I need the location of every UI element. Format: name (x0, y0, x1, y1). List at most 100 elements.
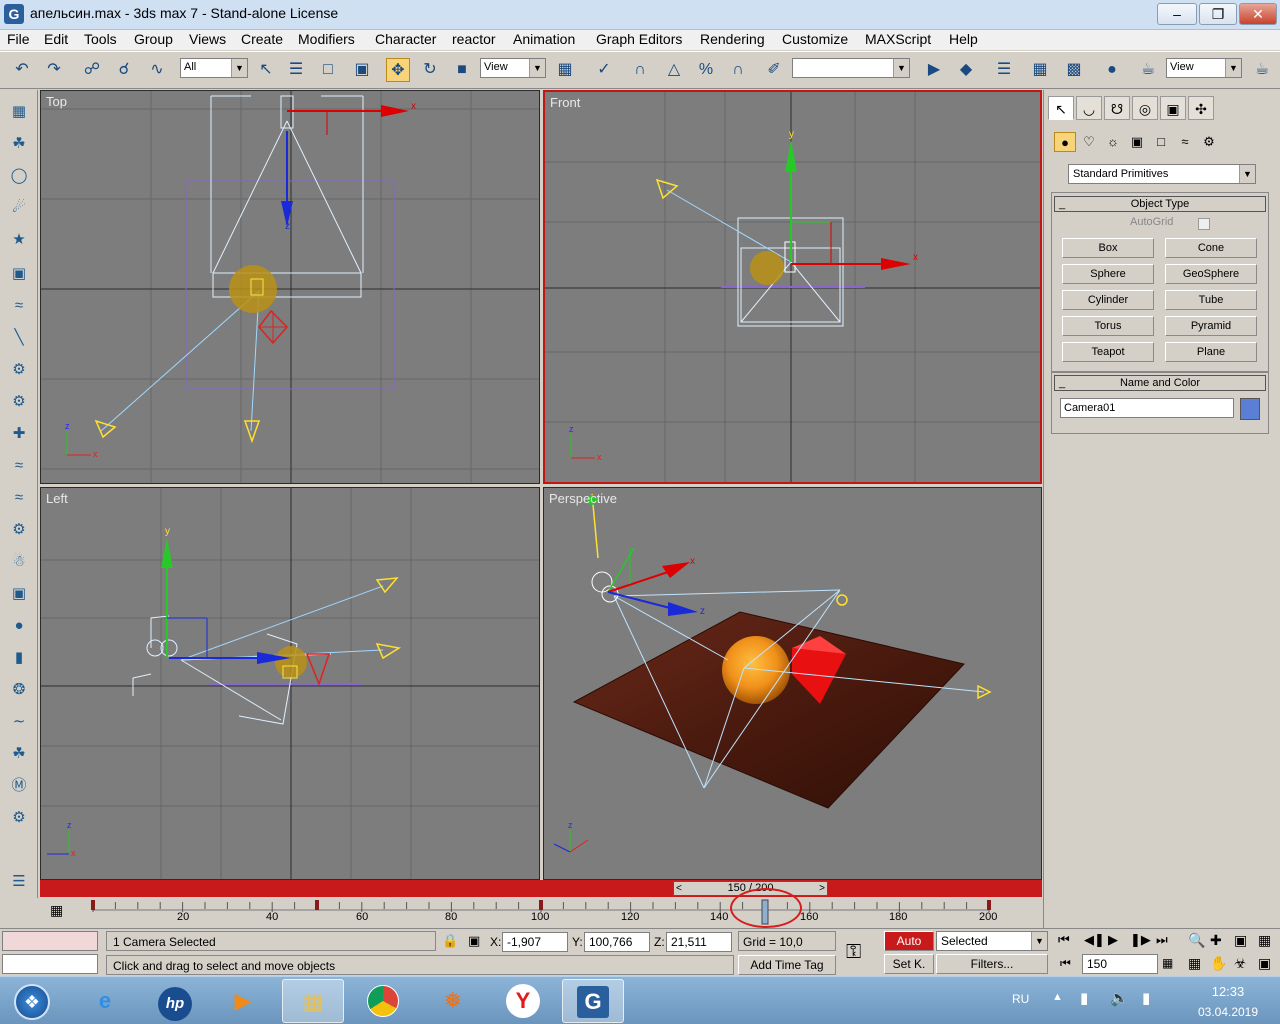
redo-icon[interactable]: ↷ (42, 58, 66, 82)
go-to-end-icon[interactable]: ⏭ (1156, 932, 1168, 948)
absolute-mode-icon[interactable]: ▣ (468, 933, 480, 949)
fracture-icon[interactable]: ≈ (7, 454, 31, 478)
key-filters-button[interactable]: Filters... (936, 954, 1048, 974)
media-player-icon[interactable]: ▶ (212, 979, 274, 1023)
motor-icon[interactable]: ⚙ (7, 358, 31, 382)
water-icon[interactable]: ≈ (7, 486, 31, 510)
rigid-body-collection-icon[interactable]: ▦ (7, 100, 31, 124)
menu-character[interactable]: Character (375, 31, 436, 47)
analyze-world-icon[interactable]: Ⓜ (7, 774, 31, 798)
ragdoll-icon[interactable]: ☃ (7, 550, 31, 574)
spinner-snap-icon[interactable]: ∩ (726, 58, 750, 82)
teapot-button[interactable]: Teapot (1062, 342, 1154, 362)
pyramid-button[interactable]: Pyramid (1165, 316, 1257, 336)
pivot-center-icon[interactable]: ▦ (553, 58, 577, 82)
key-filter-dropdown[interactable]: Selected ▼ (936, 931, 1048, 951)
curve-editor-icon[interactable]: ▦ (1028, 58, 1052, 82)
render-scene-icon[interactable]: ☕ (1136, 58, 1160, 82)
next-frame-icon[interactable]: ❚▶ (1130, 932, 1151, 948)
viewport-label-perspective[interactable]: Perspective (549, 491, 617, 506)
3ds-max-icon[interactable]: G (4, 4, 24, 24)
material-editor-icon[interactable]: ● (1100, 58, 1124, 82)
rope-collection-icon[interactable]: ☄ (7, 196, 31, 220)
3ds-max-taskbar-icon[interactable]: G (562, 979, 624, 1023)
hierarchy-tab-icon[interactable]: ☋ (1104, 96, 1130, 120)
hinge-icon[interactable]: ▣ (7, 582, 31, 606)
car-wheel-icon[interactable]: ❂ (7, 678, 31, 702)
zoom-extents-icon[interactable]: ▣ (1234, 932, 1247, 949)
named-selection-sets-dropdown[interactable]: ▼ (792, 58, 910, 78)
lights-icon[interactable]: ☼ (1102, 132, 1124, 152)
hp-icon[interactable]: hp (144, 979, 206, 1023)
x-coordinate-input[interactable]: -1,907 (502, 932, 568, 952)
render-view-dropdown[interactable]: View ▼ (1166, 58, 1242, 78)
z-coordinate-input[interactable]: 21,511 (666, 932, 732, 952)
space-warps-icon[interactable]: ≈ (1174, 132, 1196, 152)
maxscript-listener-bottom[interactable] (2, 954, 98, 974)
viewport-top[interactable]: x z z x Top (40, 90, 540, 484)
zoom-extents-all-icon[interactable]: ▦ (1258, 932, 1271, 949)
minimize-button[interactable]: – (1157, 3, 1197, 25)
key-mode-toggle-icon[interactable]: ⏮ (1060, 956, 1071, 971)
schematic-view-icon[interactable]: ▩ (1062, 58, 1086, 82)
undo-icon[interactable]: ↶ (10, 58, 34, 82)
geosphere-button[interactable]: GeoSphere (1165, 264, 1257, 284)
next-frame-icon[interactable]: > (819, 882, 825, 895)
play-icon[interactable]: ▶ (1108, 932, 1118, 948)
geometry-icon[interactable]: ● (1054, 132, 1076, 152)
percent-snap-icon[interactable]: % (694, 58, 718, 82)
create-tab-icon[interactable]: ↖ (1048, 96, 1074, 120)
pan-icon[interactable]: ✋ (1210, 955, 1227, 972)
network-icon[interactable]: ▮ (1080, 989, 1088, 1007)
menu-animation[interactable]: Animation (513, 31, 575, 47)
language-indicator[interactable]: RU (1012, 992, 1029, 1006)
bind-space-warp-icon[interactable]: ∿ (145, 58, 169, 82)
current-frame-input[interactable]: 150 (1082, 954, 1158, 974)
show-hidden-icons-icon[interactable]: ▲ (1052, 991, 1063, 1003)
close-button[interactable]: ✕ (1239, 3, 1277, 25)
object-name-input[interactable]: Camera01 (1060, 398, 1234, 418)
add-time-tag-button[interactable]: Add Time Tag (738, 955, 836, 975)
spring-icon[interactable]: ≈ (7, 294, 31, 318)
torus-button[interactable]: Torus (1062, 316, 1154, 336)
viewport-label-front[interactable]: Front (550, 95, 580, 110)
select-and-manipulate-icon[interactable]: ✓ (592, 58, 616, 82)
snaps-toggle-icon[interactable]: ∩ (628, 58, 652, 82)
menu-rendering[interactable]: Rendering (700, 31, 765, 47)
dashpot-icon[interactable]: ╲ (7, 326, 31, 350)
wind-icon[interactable]: ⚙ (7, 390, 31, 414)
clock-date[interactable]: 03.04.2019 (1190, 1005, 1266, 1019)
autogrid-checkbox[interactable] (1198, 218, 1210, 230)
name-and-color-header[interactable]: _ Name and Color (1054, 375, 1266, 391)
layer-manager-icon[interactable]: ☰ (992, 58, 1016, 82)
primitive-category-dropdown[interactable]: Standard Primitives ▼ (1068, 164, 1256, 184)
systems-icon[interactable]: ⚙ (1198, 132, 1220, 152)
volume-icon[interactable]: 🔈 (1110, 989, 1129, 1007)
modify-tab-icon[interactable]: ◡ (1076, 96, 1102, 120)
prismatic-icon[interactable]: ▮ (7, 646, 31, 670)
auto-key-button[interactable]: Auto (884, 931, 934, 951)
box-button[interactable]: Box (1062, 238, 1154, 258)
menu-group[interactable]: Group (134, 31, 173, 47)
internet-explorer-icon[interactable]: e (74, 979, 136, 1023)
set-key-icon[interactable]: ⚿ (846, 941, 861, 964)
sphere-button[interactable]: Sphere (1062, 264, 1154, 284)
file-explorer-icon[interactable]: ▦ (282, 979, 344, 1023)
deforming-mesh-icon[interactable]: ★ (7, 228, 31, 252)
zoom-all-icon[interactable]: ✚ (1210, 932, 1222, 949)
select-and-move-icon[interactable]: ✥ (386, 58, 410, 82)
previous-frame-icon[interactable]: ◀❚ (1084, 932, 1105, 948)
menu-create[interactable]: Create (241, 31, 283, 47)
maxscript-listener-top[interactable] (2, 931, 98, 951)
select-and-scale-icon[interactable]: ■ (450, 58, 474, 82)
viewport-label-top[interactable]: Top (46, 94, 67, 109)
y-coordinate-input[interactable]: 100,766 (584, 932, 650, 952)
menu-edit[interactable]: Edit (44, 31, 68, 47)
set-key-button[interactable]: Set K. (884, 954, 934, 974)
select-and-rotate-icon[interactable]: ↻ (418, 58, 442, 82)
align-icon[interactable]: ◆ (954, 58, 978, 82)
window-crossing-icon[interactable]: ▣ (350, 58, 374, 82)
utilities-tab-icon[interactable]: ✣ (1188, 96, 1214, 120)
angle-snap-icon[interactable]: △ (662, 58, 686, 82)
constraint-solver-icon[interactable]: ⚙ (7, 518, 31, 542)
